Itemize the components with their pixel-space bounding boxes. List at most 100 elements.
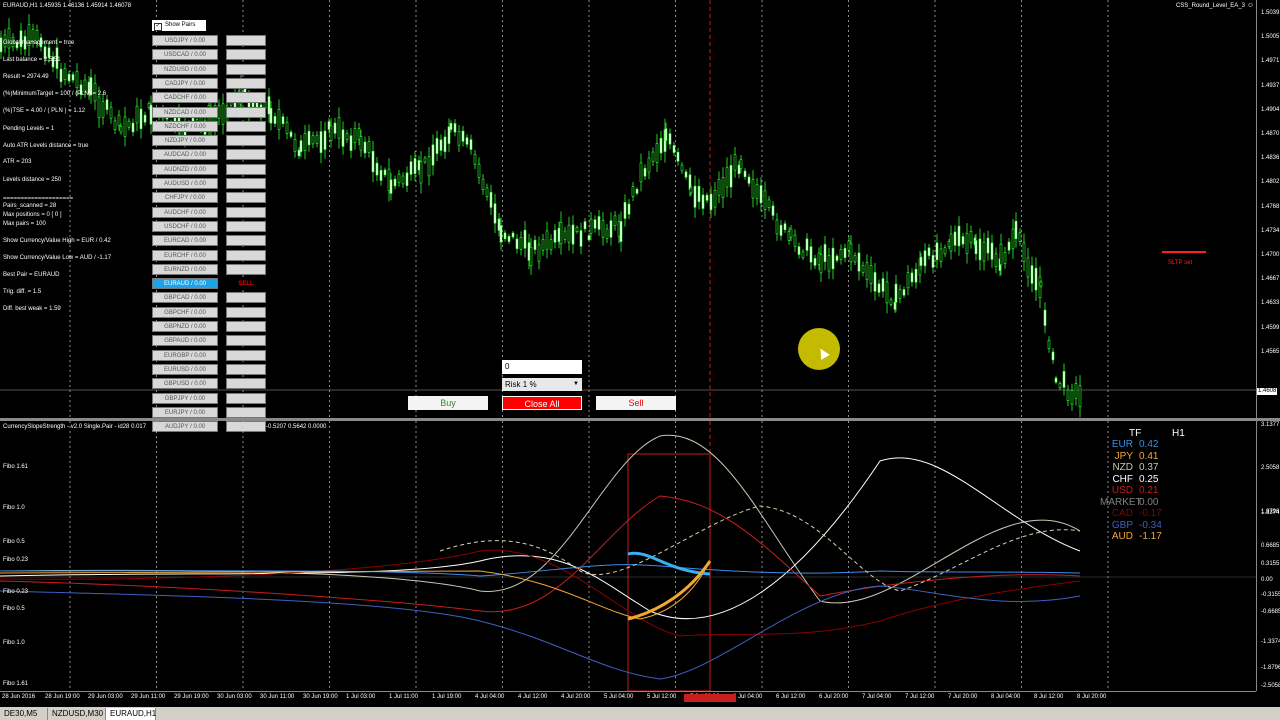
pair-button[interactable]: GBPAUD / 0.00 <box>152 335 218 347</box>
pair-button[interactable]: GBPJPY / 0.00 <box>152 392 218 404</box>
pair-button[interactable]: AUDCHF / 0.00 <box>152 206 218 218</box>
price-axis-label: 1.4599 <box>1261 324 1280 331</box>
pair-signal-button[interactable] <box>226 178 266 189</box>
candle-body <box>341 129 345 147</box>
pair-signal-button[interactable] <box>226 35 266 46</box>
pair-signal-button[interactable] <box>226 120 266 132</box>
pair-button[interactable]: USDCAD / 0.00 <box>152 49 218 61</box>
strength-currency: USD <box>1111 485 1133 496</box>
pair-signal-button[interactable] <box>226 406 266 418</box>
candle-body <box>643 168 647 177</box>
pair-signal-button[interactable] <box>226 77 266 89</box>
pair-signal-button[interactable] <box>226 249 266 261</box>
pair-signal-button[interactable] <box>226 49 266 61</box>
pair-signal-button[interactable] <box>226 192 266 204</box>
pair-signal-button[interactable] <box>226 392 266 404</box>
pair-button[interactable]: GBPCHF / 0.00 <box>152 306 218 318</box>
close-all-button[interactable]: Close All <box>502 396 582 410</box>
info-line: Trig. diff. = 1.5 <box>3 289 42 295</box>
pair-signal-button[interactable] <box>226 235 266 247</box>
price-axis-label: 1.5039 <box>1261 10 1280 16</box>
sltp-label: SLTP set <box>1168 260 1193 266</box>
candle-body <box>337 117 341 139</box>
pair-button[interactable]: GBPCAD / 0.00 <box>152 292 218 304</box>
pair-button[interactable]: GBPUSD / 0.00 <box>152 378 218 390</box>
strength-row: NZD 0.37 <box>1100 462 1200 473</box>
pair-button[interactable]: CHFJPY / 0.00 <box>152 192 218 204</box>
pair-button[interactable]: NZDCAD / 0.00 <box>152 106 218 118</box>
chart-tab[interactable]: DE30,M5 <box>0 708 48 720</box>
pair-button[interactable]: EURCHF / 0.00 <box>152 249 218 261</box>
pair-button[interactable]: NZDUSD / 0.00 <box>152 63 218 75</box>
pair-button[interactable]: CADCHF / 0.00 <box>152 92 218 104</box>
candle-body <box>469 139 473 150</box>
sell-button[interactable]: Sell <box>596 396 676 410</box>
pair-signal-button[interactable] <box>226 306 266 318</box>
info-line: Pending Levels = 1 <box>3 126 55 132</box>
signal-sell-label[interactable]: SELL <box>226 278 266 290</box>
candle-body <box>273 116 277 124</box>
candle-body <box>623 202 627 219</box>
pair-button[interactable]: AUDCAD / 0.00 <box>152 149 218 161</box>
pair-button[interactable]: EURCAD / 0.00 <box>152 235 218 247</box>
pair-signal-button[interactable] <box>226 206 266 218</box>
candle-body <box>885 281 889 304</box>
candle-body <box>1018 232 1022 242</box>
risk-value: Risk 1 % <box>505 380 537 389</box>
fibo-level-label: Fibo 1.61 <box>3 464 29 470</box>
candle-body <box>139 108 143 130</box>
time-axis-label: 7 Jul 12:00 <box>905 694 935 700</box>
pair-signal-button[interactable] <box>226 92 266 104</box>
candle-body <box>982 241 986 262</box>
lot-quantity-input[interactable]: 0 <box>502 360 582 374</box>
pair-button[interactable]: EURNZD / 0.00 <box>152 263 218 275</box>
pair-signal-button[interactable] <box>226 292 266 304</box>
time-axis-label: 28 Jun 19:00 <box>45 694 80 700</box>
pair-signal-button[interactable] <box>226 63 266 75</box>
pair-button[interactable]: USDCHF / 0.00 <box>152 220 218 232</box>
risk-select[interactable]: Risk 1 % ▼ <box>502 378 582 391</box>
pair-button[interactable]: CADJPY / 0.00 <box>152 77 218 89</box>
pair-signal-button[interactable] <box>226 106 266 118</box>
chart-tab[interactable]: EURAUD,H1 <box>106 708 156 720</box>
pair-button[interactable]: EURJPY / 0.00 <box>152 406 218 418</box>
show-pairs-checkbox[interactable]: ✓ Show Pairs <box>152 20 206 31</box>
indicator-pane[interactable] <box>0 421 1256 691</box>
pair-button[interactable]: AUDNZD / 0.00 <box>152 163 218 175</box>
chevron-down-icon: ▼ <box>573 381 579 387</box>
candle-body <box>587 235 591 241</box>
pair-signal-button[interactable] <box>226 335 266 347</box>
pair-button[interactable]: EURUSD / 0.00 <box>152 363 218 375</box>
pair-button[interactable]: GBPNZD / 0.00 <box>152 321 218 332</box>
candle-body <box>217 105 221 119</box>
pair-signal-button[interactable] <box>226 321 266 332</box>
info-line: Result = 2974.49 <box>3 74 49 80</box>
time-axis-label: 8 Jul 04:00 <box>991 694 1021 700</box>
pair-signal-button[interactable] <box>226 378 266 390</box>
candle-body <box>329 125 333 141</box>
candle-body <box>311 135 315 145</box>
pair-button[interactable]: EURAUD / 0.00 <box>152 278 218 290</box>
fibo-level-label: Fibo 0.23 <box>3 589 29 595</box>
pair-button[interactable]: NZDJPY / 0.00 <box>152 135 218 147</box>
pair-signal-button[interactable] <box>226 135 266 147</box>
pair-signal-button[interactable] <box>226 363 266 375</box>
candle-body <box>353 128 357 144</box>
pair-signal-button[interactable] <box>226 263 266 275</box>
pair-signal-button[interactable] <box>226 149 266 161</box>
pair-signal-button[interactable] <box>226 220 266 232</box>
pair-button[interactable]: AUDUSD / 0.00 <box>152 178 218 189</box>
time-axis-label: 1 Jul 19:00 <box>432 694 462 700</box>
buy-button[interactable]: Buy <box>408 396 488 410</box>
pair-button[interactable]: NZDCHF / 0.00 <box>152 120 218 132</box>
candle-body <box>914 268 918 283</box>
pair-signal-button[interactable] <box>226 349 266 361</box>
pair-button[interactable]: USDJPY / 0.00 <box>152 35 218 46</box>
pair-signal-button[interactable] <box>226 163 266 175</box>
candle-body <box>881 278 885 292</box>
candle-body <box>739 159 743 169</box>
pair-button[interactable]: EURGBP / 0.00 <box>152 349 218 361</box>
candle-body <box>281 116 285 124</box>
chart-tab[interactable]: NZDUSD,M30 <box>48 708 106 720</box>
candle-body <box>793 234 797 247</box>
